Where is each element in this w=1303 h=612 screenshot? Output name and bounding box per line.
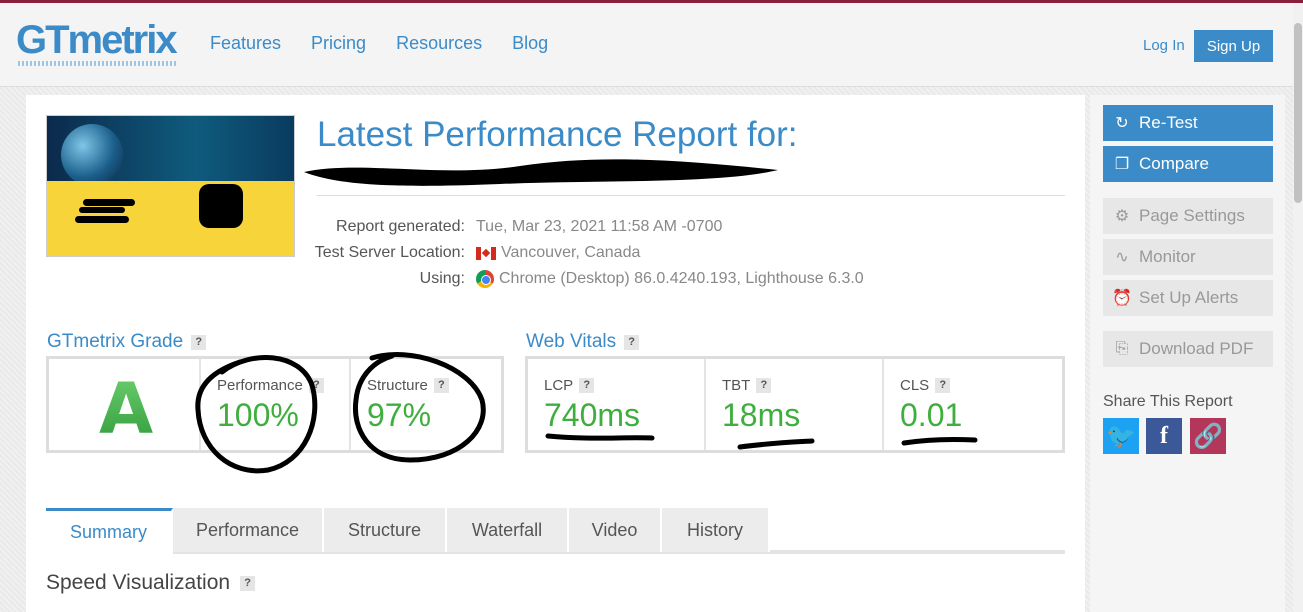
pulse-icon: ∿ — [1115, 249, 1129, 266]
nav-blog[interactable]: Blog — [512, 33, 548, 54]
report-title: Latest Performance Report for: — [317, 115, 798, 154]
link-icon[interactable]: 🔗 — [1190, 418, 1226, 454]
gtmetrix-grade-heading: GTmetrix Grade? — [47, 331, 207, 353]
help-icon[interactable]: ? — [240, 575, 256, 591]
gtmetrix-logo[interactable]: GTmetrix — [16, 17, 178, 66]
help-icon[interactable]: ? — [624, 334, 640, 350]
chrome-icon — [476, 270, 494, 288]
pdf-icon: ⎘ — [1115, 340, 1129, 357]
signup-button[interactable]: Sign Up — [1194, 30, 1273, 62]
grade-box: A Performance? 100% Structure? 97% — [46, 356, 504, 453]
compare-button[interactable]: ❐ Compare — [1103, 146, 1273, 182]
tab-waterfall[interactable]: Waterfall — [447, 508, 569, 552]
download-pdf-button[interactable]: ⎘ Download PDF — [1103, 331, 1273, 367]
cls-cell: CLS? 0.01 — [884, 359, 1062, 450]
grade-letter-cell: A — [49, 359, 201, 450]
web-vitals-box: LCP? 740ms TBT? 18ms CLS? 0.01 — [525, 356, 1065, 453]
lcp-value: 740ms — [544, 397, 641, 433]
scrollbar[interactable] — [1293, 3, 1303, 612]
help-icon[interactable]: ? — [433, 378, 449, 393]
meta-value-generated: Tue, Mar 23, 2021 11:58 AM -0700 — [476, 218, 723, 235]
speed-visualization-heading: Speed Visualization? — [46, 571, 256, 595]
login-link[interactable]: Log In — [1143, 37, 1185, 54]
tbt-cell: TBT? 18ms — [706, 359, 884, 450]
help-icon[interactable]: ? — [308, 378, 324, 393]
help-icon[interactable]: ? — [935, 378, 951, 393]
meta-label-generated: Report generated: — [336, 218, 465, 235]
share-report-heading: Share This Report — [1103, 393, 1233, 410]
tab-summary[interactable]: Summary — [46, 508, 173, 554]
monitor-button[interactable]: ∿ Monitor — [1103, 239, 1273, 275]
globe-image — [61, 124, 123, 186]
help-icon[interactable]: ? — [756, 378, 772, 393]
structure-cell: Structure? 97% — [351, 359, 501, 450]
main-nav: Features Pricing Resources Blog — [210, 33, 548, 54]
tab-video[interactable]: Video — [569, 508, 662, 552]
redacted-url — [304, 159, 778, 186]
help-icon[interactable]: ? — [579, 378, 595, 393]
performance-cell: Performance? 100% — [201, 359, 351, 450]
refresh-icon: ↻ — [1115, 115, 1129, 132]
tab-structure[interactable]: Structure — [324, 508, 447, 552]
structure-score: 97% — [367, 397, 432, 433]
nav-resources[interactable]: Resources — [396, 33, 482, 54]
help-icon[interactable]: ? — [191, 334, 207, 350]
tbt-value: 18ms — [722, 397, 801, 433]
nav-features[interactable]: Features — [210, 33, 281, 54]
meta-value-location: Vancouver, Canada — [476, 244, 640, 262]
nav-pricing[interactable]: Pricing — [311, 33, 366, 54]
meta-value-using: Chrome (Desktop) 86.0.4240.193, Lighthou… — [476, 270, 864, 288]
canada-flag-icon — [476, 246, 496, 260]
tab-history[interactable]: History — [662, 508, 770, 552]
grade-letter: A — [99, 368, 154, 450]
report-tabs: Summary Performance Structure Waterfall … — [46, 508, 1065, 554]
page-settings-button[interactable]: ⚙ Page Settings — [1103, 198, 1273, 234]
facebook-icon[interactable]: f — [1146, 418, 1182, 454]
site-header: GTmetrix Features Pricing Resources Blog… — [0, 3, 1303, 87]
title-divider — [317, 195, 1065, 196]
web-vitals-heading: Web Vitals? — [526, 331, 640, 353]
copy-icon: ❐ — [1114, 156, 1130, 173]
alarm-clock-icon: ⏰ — [1112, 290, 1132, 307]
set-up-alerts-button[interactable]: ⏰ Set Up Alerts — [1103, 280, 1273, 316]
performance-score: 100% — [217, 397, 299, 433]
gear-icon: ⚙ — [1114, 208, 1130, 225]
twitter-icon[interactable]: 🐦 — [1103, 418, 1139, 454]
meta-label-using: Using: — [419, 270, 465, 287]
cls-value: 0.01 — [900, 397, 963, 433]
lcp-cell: LCP? 740ms — [528, 359, 706, 450]
retest-button[interactable]: ↻ Re-Test — [1103, 105, 1273, 141]
meta-label-location: Test Server Location: — [314, 244, 465, 261]
tab-performance[interactable]: Performance — [173, 508, 324, 552]
